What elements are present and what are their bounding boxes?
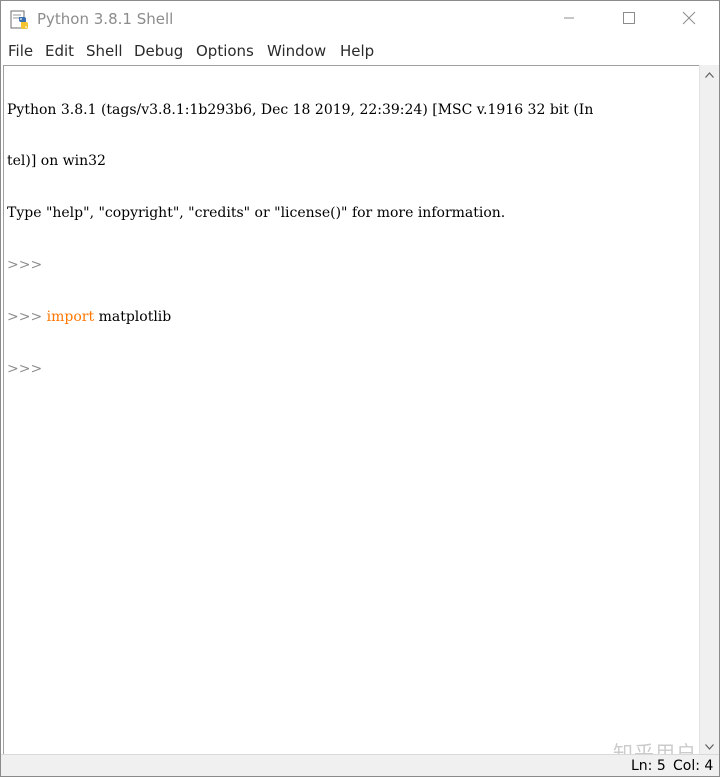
shell-prompt: >>> — [7, 309, 43, 326]
menu-file[interactable]: File — [8, 42, 33, 60]
status-line-number: Ln: 5 — [631, 758, 666, 774]
maximize-icon — [622, 11, 636, 30]
vertical-scrollbar[interactable] — [699, 65, 719, 754]
minimize-button[interactable] — [539, 1, 599, 39]
menu-help[interactable]: Help — [340, 42, 374, 60]
shell-text-area[interactable]: Python 3.8.1 (tags/v3.8.1:1b293b6, Dec 1… — [3, 65, 699, 754]
title-bar[interactable]: Python 3.8.1 Shell — [1, 1, 719, 39]
prompt-line-1: >>> — [7, 257, 697, 274]
menu-bar: File Edit Shell Debug Options Window Hel… — [1, 39, 719, 65]
menu-edit[interactable]: Edit — [45, 42, 74, 60]
scroll-up-button[interactable] — [700, 65, 719, 82]
scroll-down-button[interactable] — [700, 737, 719, 754]
menu-options[interactable]: Options — [196, 42, 254, 60]
menu-window[interactable]: Window — [267, 42, 326, 60]
banner-line-1: Python 3.8.1 (tags/v3.8.1:1b293b6, Dec 1… — [7, 101, 594, 118]
command-text: matplotlib — [94, 309, 172, 326]
shell-output[interactable]: Python 3.8.1 (tags/v3.8.1:1b293b6, Dec 1… — [7, 67, 697, 413]
window-title: Python 3.8.1 Shell — [37, 10, 174, 28]
keyword-import: import — [46, 309, 95, 326]
shell-prompt: >>> — [7, 257, 43, 274]
idle-shell-window: Python 3.8.1 Shell File Edit Shell Debug… — [0, 0, 720, 777]
scroll-up-icon — [705, 65, 714, 83]
menu-shell[interactable]: Shell — [86, 42, 123, 60]
close-button[interactable] — [659, 1, 719, 39]
status-bar: Ln: 5 Col: 4 — [1, 754, 719, 776]
command-line: >>> import matplotlib — [7, 309, 697, 326]
maximize-button[interactable] — [599, 1, 659, 39]
minimize-icon — [563, 11, 575, 29]
menu-debug[interactable]: Debug — [134, 42, 183, 60]
python-idle-icon — [10, 10, 30, 30]
shell-prompt: >>> — [7, 361, 43, 378]
banner-line-2: tel)] on win32 — [7, 153, 106, 170]
status-column-number: Col: 4 — [673, 758, 714, 774]
prompt-line-current[interactable]: >>> — [7, 361, 697, 378]
close-icon — [682, 11, 696, 30]
banner-line-3: Type "help", "copyright", "credits" or "… — [7, 205, 506, 222]
scroll-down-icon — [705, 737, 714, 755]
